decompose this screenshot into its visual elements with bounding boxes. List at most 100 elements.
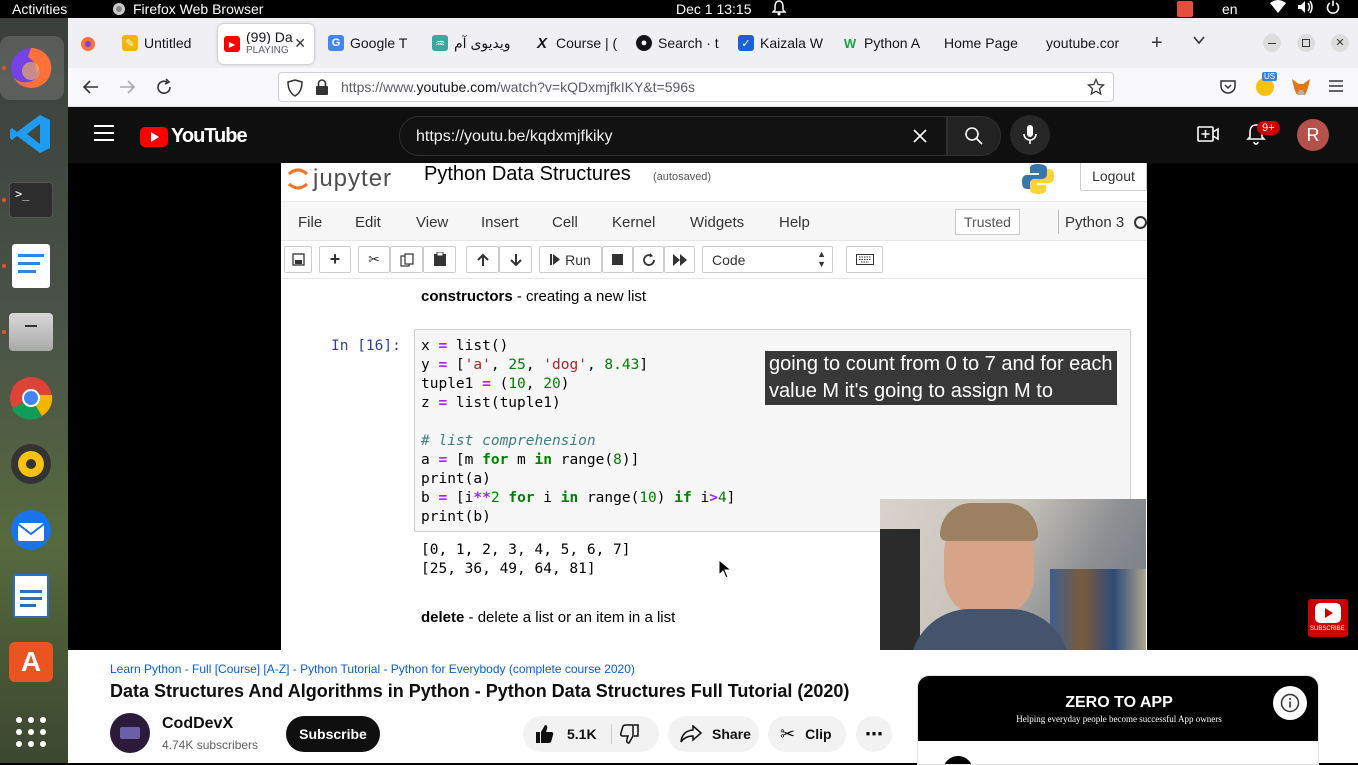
power-icon[interactable]: [1326, 0, 1340, 18]
tab-kaizala[interactable]: ✓ Kaizala W: [732, 26, 824, 60]
notebook-header: jupyter Python Data Structures (autosave…: [281, 163, 1147, 201]
tab-youtube-com[interactable]: youtube.cor: [1040, 26, 1132, 60]
channel-avatar[interactable]: [110, 713, 150, 753]
clear-search-icon[interactable]: [912, 128, 928, 149]
menu-file: File: [298, 214, 323, 231]
presenter-hair: [940, 503, 1038, 541]
url-text[interactable]: https://www.youtube.com/watch?v=kQDxmjfk…: [341, 79, 695, 95]
subscribe-watermark-label: SUBSCRIBE: [1310, 626, 1345, 632]
url-bar[interactable]: https://www.youtube.com/watch?v=kQDxmjfk…: [278, 72, 1114, 102]
pocket-icon[interactable]: [1220, 79, 1236, 100]
vpn-extension-icon[interactable]: US: [1256, 72, 1278, 96]
dislike-button[interactable]: [619, 724, 639, 747]
firefox-icon[interactable]: [7, 44, 55, 92]
tab-home-page[interactable]: Home Page: [938, 26, 1030, 60]
shield-icon[interactable]: [287, 79, 303, 102]
tab-untitled[interactable]: ✎ Untitled: [116, 26, 206, 60]
show-apps-grid-icon[interactable]: [7, 708, 55, 756]
subscriber-count: 4.74K subscribers: [162, 738, 259, 752]
indicator-app-icon[interactable]: [1177, 1, 1193, 17]
chrome-icon[interactable]: [7, 374, 55, 422]
mouse-cursor-icon: [718, 558, 733, 584]
close-window-button[interactable]: ✕: [1331, 34, 1349, 52]
text-editor-icon[interactable]: [7, 242, 55, 290]
ad-advertiser-avatar: [943, 756, 973, 764]
tab-course[interactable]: X Course | (: [528, 26, 620, 60]
account-avatar[interactable]: R: [1297, 119, 1329, 151]
vscode-icon[interactable]: [7, 110, 55, 158]
software-center-icon[interactable]: A: [7, 638, 55, 686]
youtube-header: YouTube https://youtu.be/kqdxmjfkiky 9+ …: [68, 107, 1358, 163]
search-button[interactable]: [947, 116, 1001, 156]
minimize-window-button[interactable]: [1263, 34, 1281, 52]
kernel-status-icon: [1134, 216, 1147, 229]
clip-scissors-icon: ✂: [780, 723, 796, 744]
rhythmbox-icon[interactable]: [7, 440, 55, 488]
url-domain: youtube.com: [416, 79, 497, 95]
tab-google-translate[interactable]: G Google T: [322, 26, 414, 60]
more-actions-button[interactable]: ⋯: [856, 716, 892, 752]
keyboard-language[interactable]: en: [1222, 0, 1238, 18]
bookshelf-shape: [1050, 569, 1146, 650]
search-query-text: https://youtu.be/kqdxmjfkiky: [416, 128, 613, 145]
stop-icon: [602, 246, 633, 273]
app-menu-label[interactable]: Firefox Web Browser: [133, 0, 263, 18]
tab-playing-label: PLAYING: [246, 45, 289, 56]
wifi-icon[interactable]: [1270, 0, 1286, 18]
new-tab-plus-icon[interactable]: +: [1151, 32, 1163, 55]
activities-button[interactable]: Activities: [12, 0, 67, 18]
reload-icon[interactable]: [155, 78, 173, 101]
subscribe-watermark-button[interactable]: SUBSCRIBE: [1308, 599, 1348, 637]
clip-button[interactable]: ✂ Clip: [768, 716, 846, 752]
back-arrow-icon[interactable]: [82, 78, 100, 101]
video-player[interactable]: jupyter Python Data Structures (autosave…: [68, 163, 1358, 650]
libreoffice-writer-icon[interactable]: [7, 572, 55, 620]
subscribe-button[interactable]: Subscribe: [286, 716, 380, 752]
voice-search-button[interactable]: [1010, 115, 1050, 155]
video-captions: going to count from 0 to 7 and for each …: [765, 351, 1117, 405]
youtube-search-input[interactable]: https://youtu.be/kqdxmjfkiky: [399, 116, 947, 156]
tab-persian-video[interactable]: ♒ ویدیوی آم: [426, 26, 518, 60]
files-icon[interactable]: [7, 308, 55, 356]
restore-window-button[interactable]: [1297, 34, 1315, 52]
output-line-2: [25, 36, 49, 64, 81]: [421, 561, 596, 577]
insert-cell-plus-icon: +: [319, 246, 351, 273]
youtube-logo[interactable]: YouTube: [140, 125, 248, 148]
forward-arrow-icon[interactable]: [118, 78, 136, 101]
site-icon: ♒: [432, 35, 448, 51]
bookmark-star-icon[interactable]: [1086, 77, 1106, 101]
sidebar-ad[interactable]: ZERO TO APP Helping everyday people beco…: [917, 675, 1319, 765]
playlist-link[interactable]: Learn Python - Full [Course] [A-Z] - Pyt…: [110, 662, 635, 676]
channel-name[interactable]: CodDevX: [162, 715, 233, 733]
bell-icon: [771, 0, 787, 20]
create-video-icon[interactable]: [1197, 124, 1219, 149]
metamask-fox-icon[interactable]: [1291, 77, 1311, 102]
firefox-view-icon[interactable]: [80, 36, 96, 57]
ad-info-button[interactable]: [1273, 686, 1307, 720]
volume-icon[interactable]: [1297, 0, 1315, 18]
guide-menu-icon[interactable]: [94, 125, 114, 146]
thumbs-down-icon: [619, 724, 639, 744]
notebook-toolbar: + ✂ Run Code ▲ ▼: [281, 241, 1147, 279]
firefox-tab-bar: ✎ Untitled ▶ (99) Da PLAYING ✕ G Google …: [68, 18, 1358, 68]
tab-python[interactable]: W Python A: [836, 26, 928, 60]
close-tab-icon[interactable]: ✕: [294, 35, 306, 52]
tab-youtube-playing[interactable]: ▶ (99) Da PLAYING ✕: [218, 24, 314, 64]
tab-github-search[interactable]: ● Search · t: [630, 26, 722, 60]
markdown-delete: delete - delete a list or an item in a l…: [421, 609, 675, 626]
lock-icon[interactable]: [315, 79, 329, 101]
kernel-name: Python 3: [1065, 214, 1125, 231]
save-icon: [284, 246, 312, 273]
like-button[interactable]: 5.1K: [523, 716, 611, 752]
hamburger-menu-icon[interactable]: [1328, 79, 1344, 98]
thunderbird-icon[interactable]: [7, 506, 55, 554]
search-icon: [965, 127, 983, 150]
share-button[interactable]: Share: [668, 716, 759, 752]
menu-edit: Edit: [355, 214, 381, 231]
copy-icon: [390, 246, 423, 273]
clock[interactable]: Dec 1 13:15: [676, 0, 752, 18]
url-suffix: /watch?v=kQDxmjfkIKY&t=596s: [496, 79, 696, 95]
presenter-shirt: [910, 609, 1070, 650]
list-all-tabs-chevron-icon[interactable]: [1192, 33, 1206, 52]
terminal-icon[interactable]: >_: [7, 176, 55, 224]
